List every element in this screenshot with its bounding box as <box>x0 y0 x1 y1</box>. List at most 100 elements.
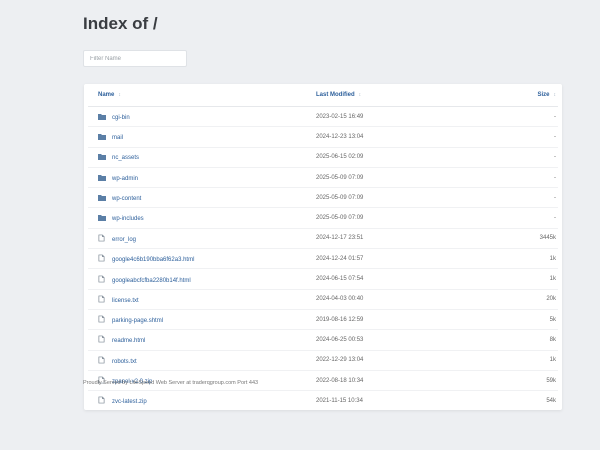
name-cell: wp-content <box>88 187 315 209</box>
file-link[interactable]: parking-page.shtml <box>112 318 163 324</box>
name-cell: parking-page.shtml <box>88 309 315 331</box>
table-row: google4c6b190bba6f62a3.html 2024-12-24 01… <box>88 248 558 270</box>
name-cell: wp-includes <box>88 207 315 229</box>
file-link[interactable]: mail <box>112 135 123 141</box>
file-icon <box>98 295 106 303</box>
size-cell: 59k <box>497 370 558 392</box>
name-cell: cgi-bin <box>88 106 315 128</box>
column-header-size[interactable]: Size ↕ <box>497 84 558 107</box>
file-link[interactable]: zvc-latest.zip <box>112 399 147 405</box>
server-footer: Proudly Served by LiteSpeed Web Server a… <box>83 380 259 386</box>
table-row: license.txt 2024-04-03 00:40 20k <box>88 289 558 310</box>
name-cell: robots.txt <box>88 350 315 371</box>
column-header-modified[interactable]: Last Modified ↕ <box>315 84 497 107</box>
file-link[interactable]: google4c6b190bba6f62a3.html <box>112 257 194 263</box>
name-cell: googleabcfcfba2280b14f.html <box>88 268 315 290</box>
file-icon <box>98 234 106 242</box>
size-cell: - <box>497 167 558 189</box>
size-cell: - <box>497 106 558 128</box>
file-link[interactable]: cgi-bin <box>112 115 130 121</box>
file-link[interactable]: error_log <box>112 237 136 243</box>
folder-icon <box>98 174 106 181</box>
name-cell: zvc-latest.zip <box>88 391 315 411</box>
size-cell: - <box>497 147 558 168</box>
file-icon <box>98 315 106 323</box>
table-row: robots.txt 2022-12-29 13:04 1k <box>88 350 558 371</box>
column-header-name-label: Name <box>98 92 115 98</box>
table-body: cgi-bin 2023-02-15 16:49- mail 2024-12-23 1… <box>88 106 558 411</box>
file-link[interactable]: license.txt <box>112 298 139 304</box>
modified-cell: 2024-06-25 00:53 <box>315 329 497 351</box>
table-row: cgi-bin 2023-02-15 16:49- <box>88 106 558 128</box>
table-row: wp-includes 2025-05-09 07:09- <box>88 207 558 229</box>
column-header-name[interactable]: Name ↕ <box>88 84 315 107</box>
file-icon <box>98 396 106 404</box>
name-cell: wp-admin <box>88 167 315 189</box>
file-link[interactable]: wp-includes <box>112 216 144 222</box>
folder-icon <box>98 113 106 120</box>
file-icon <box>98 254 106 262</box>
folder-icon <box>98 153 106 161</box>
file-listing-table: Name ↕ Last Modified ↕ Size ↕ cgi-bin 2023-0… <box>88 84 558 410</box>
folder-icon <box>98 133 106 140</box>
modified-cell: 2022-08-18 10:34 <box>315 370 497 392</box>
filter-name-input[interactable] <box>83 50 187 67</box>
folder-icon <box>98 214 106 222</box>
folder-icon <box>98 194 106 201</box>
sort-icon: ↕ <box>118 92 121 98</box>
modified-cell: 2022-12-29 13:04 <box>315 350 497 371</box>
size-cell: 1k <box>497 350 558 371</box>
size-cell: 8k <box>497 329 558 351</box>
modified-cell: 2025-05-09 07:09 <box>315 187 497 209</box>
size-cell: 1k <box>497 248 558 270</box>
sort-icon: ↕ <box>358 92 362 98</box>
page-title: Index of / <box>83 14 158 33</box>
table-row: readme.html 2024-06-25 00:53 8k <box>88 329 558 351</box>
modified-cell: 2025-06-15 02:09 <box>315 147 497 168</box>
modified-cell: 2023-02-15 16:49 <box>315 106 497 128</box>
size-cell: - <box>497 207 558 229</box>
column-header-modified-label: Last Modified <box>316 92 355 98</box>
modified-cell: 2025-05-09 07:09 <box>315 167 497 189</box>
file-link[interactable]: googleabcfcfba2280b14f.html <box>112 278 191 284</box>
table-row: mail 2024-12-23 13:04- <box>88 126 558 148</box>
file-link[interactable]: nc_assets <box>112 155 139 161</box>
file-icon <box>98 335 106 343</box>
size-cell: 54k <box>546 397 556 404</box>
table-row: googleabcfcfba2280b14f.html 2024-06-15 07… <box>88 268 558 290</box>
modified-cell: 2024-12-24 01:57 <box>315 248 497 270</box>
name-cell: readme.html <box>88 329 315 351</box>
sort-icon: ↕ <box>553 92 557 98</box>
file-link[interactable]: robots.txt <box>112 359 137 365</box>
file-icon <box>98 275 106 282</box>
size-cell: 3445k <box>497 228 558 250</box>
size-cell: 5k <box>497 309 558 331</box>
modified-cell: 2024-06-15 07:54 <box>315 268 497 290</box>
table-row: wp-content 2025-05-09 07:09- <box>88 187 558 209</box>
table-row: parking-page.shtml 2019-08-16 12:59 5k <box>88 309 558 331</box>
modified-cell: 2025-05-09 07:09 <box>315 207 497 229</box>
table-row: zvc-latest.zip 2021-11-15 10:34 54k <box>88 391 558 411</box>
modified-cell: 2021-11-15 10:34 <box>316 397 363 404</box>
modified-cell: 2024-04-03 00:40 <box>315 289 497 310</box>
file-icon <box>98 356 106 364</box>
file-link[interactable]: wp-content <box>112 196 141 202</box>
table-row: nc_assets 2025-06-15 02:09- <box>88 147 558 168</box>
modified-cell: 2024-12-17 23:51 <box>315 228 497 250</box>
size-cell: - <box>497 187 558 209</box>
table-row: error_log 2024-12-17 23:51 3445k <box>88 228 558 250</box>
column-header-size-label: Size <box>537 92 550 98</box>
file-link[interactable]: readme.html <box>112 338 145 344</box>
modified-cell: 2019-08-16 12:59 <box>315 309 497 331</box>
file-link[interactable]: wp-admin <box>112 176 138 182</box>
name-cell: error_log <box>88 228 315 250</box>
file-listing-card: Name ↕ Last Modified ↕ Size ↕ cgi-bin 2023-0… <box>84 84 562 411</box>
name-cell: google4c6b190bba6f62a3.html <box>88 248 315 270</box>
size-cell: 20k <box>497 289 558 310</box>
size-cell: 1k <box>497 268 558 290</box>
name-cell: license.txt <box>88 289 315 310</box>
name-cell: nc_assets <box>88 147 315 168</box>
table-header-row: Name ↕ Last Modified ↕ Size ↕ <box>88 84 558 107</box>
size-cell: - <box>497 126 558 148</box>
table-row: wp-admin 2025-05-09 07:09- <box>88 167 558 189</box>
